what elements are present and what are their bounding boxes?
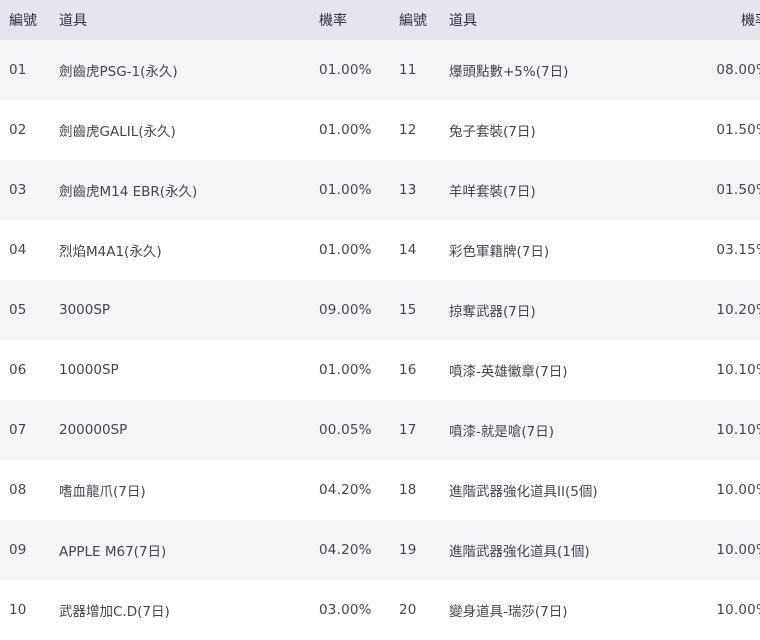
header-rate-left: 機率 bbox=[319, 0, 399, 40]
table-row: 03 劍齒虎M14 EBR(永久) 01.00% 13 羊咩套裝(7日) 01.… bbox=[0, 160, 760, 220]
header-number-left: 編號 bbox=[0, 0, 59, 40]
item-rate: 03.00% bbox=[319, 580, 399, 640]
item-number: 01 bbox=[0, 40, 59, 100]
item-number: 18 bbox=[399, 460, 449, 520]
item-name: 10000SP bbox=[59, 340, 319, 400]
item-name: 彩色軍籍牌(7日) bbox=[449, 220, 709, 280]
table-row: 02 劍齒虎GALIL(永久) 01.00% 12 兔子套裝(7日) 01.50… bbox=[0, 100, 760, 160]
item-rate: 04.20% bbox=[319, 460, 399, 520]
header-item-left: 道具 bbox=[59, 0, 319, 40]
item-name: 變身道具-瑞莎(7日) bbox=[449, 580, 709, 640]
item-number: 10 bbox=[0, 580, 59, 640]
item-rate: 00.05% bbox=[319, 400, 399, 460]
item-number: 14 bbox=[399, 220, 449, 280]
item-name: 兔子套裝(7日) bbox=[449, 100, 709, 160]
item-number: 02 bbox=[0, 100, 59, 160]
item-number: 11 bbox=[399, 40, 449, 100]
item-name: 進階武器強化道具II(5個) bbox=[449, 460, 709, 520]
item-rate: 10.20% bbox=[709, 280, 760, 340]
item-name: 噴漆-英雄徽章(7日) bbox=[449, 340, 709, 400]
item-number: 09 bbox=[0, 520, 59, 580]
item-number: 03 bbox=[0, 160, 59, 220]
item-name: 3000SP bbox=[59, 280, 319, 340]
item-name: 200000SP bbox=[59, 400, 319, 460]
table-row: 05 3000SP 09.00% 15 掠奪武器(7日) 10.20% bbox=[0, 280, 760, 340]
item-name: 噴漆-就是嗆(7日) bbox=[449, 400, 709, 460]
item-name: 劍齒虎GALIL(永久) bbox=[59, 100, 319, 160]
item-number: 20 bbox=[399, 580, 449, 640]
item-number: 19 bbox=[399, 520, 449, 580]
item-number: 07 bbox=[0, 400, 59, 460]
item-name: 羊咩套裝(7日) bbox=[449, 160, 709, 220]
table-header: 編號 道具 機率 編號 道具 機率 bbox=[0, 0, 760, 40]
item-name: APPLE M67(7日) bbox=[59, 520, 319, 580]
item-rate: 01.00% bbox=[319, 40, 399, 100]
item-rate: 01.00% bbox=[319, 340, 399, 400]
item-number: 04 bbox=[0, 220, 59, 280]
item-name: 武器增加C.D(7日) bbox=[59, 580, 319, 640]
item-rate: 01.00% bbox=[319, 220, 399, 280]
item-name: 劍齒虎M14 EBR(永久) bbox=[59, 160, 319, 220]
item-rate: 10.10% bbox=[709, 340, 760, 400]
table-row: 06 10000SP 01.00% 16 噴漆-英雄徽章(7日) 10.10% bbox=[0, 340, 760, 400]
item-name: 掠奪武器(7日) bbox=[449, 280, 709, 340]
header-item-right: 道具 bbox=[449, 0, 709, 40]
item-number: 06 bbox=[0, 340, 59, 400]
item-number: 12 bbox=[399, 100, 449, 160]
item-number: 17 bbox=[399, 400, 449, 460]
probability-table: 編號 道具 機率 編號 道具 機率 01 劍齒虎PSG-1(永久) 01.00%… bbox=[0, 0, 760, 640]
header-row: 編號 道具 機率 編號 道具 機率 bbox=[0, 0, 760, 40]
item-rate: 10.00% bbox=[709, 580, 760, 640]
table-row: 08 嗜血龍爪(7日) 04.20% 18 進階武器強化道具II(5個) 10.… bbox=[0, 460, 760, 520]
item-rate: 10.10% bbox=[709, 400, 760, 460]
item-number: 05 bbox=[0, 280, 59, 340]
item-rate: 10.00% bbox=[709, 520, 760, 580]
item-name: 嗜血龍爪(7日) bbox=[59, 460, 319, 520]
item-name: 進階武器強化道具(1個) bbox=[449, 520, 709, 580]
item-number: 15 bbox=[399, 280, 449, 340]
table-row: 10 武器增加C.D(7日) 03.00% 20 變身道具-瑞莎(7日) 10.… bbox=[0, 580, 760, 640]
table-row: 01 劍齒虎PSG-1(永久) 01.00% 11 爆頭點數+5%(7日) 08… bbox=[0, 40, 760, 100]
item-number: 13 bbox=[399, 160, 449, 220]
item-rate: 08.00% bbox=[709, 40, 760, 100]
item-rate: 04.20% bbox=[319, 520, 399, 580]
item-number: 16 bbox=[399, 340, 449, 400]
table-body: 01 劍齒虎PSG-1(永久) 01.00% 11 爆頭點數+5%(7日) 08… bbox=[0, 40, 760, 640]
item-rate: 09.00% bbox=[319, 280, 399, 340]
table-row: 09 APPLE M67(7日) 04.20% 19 進階武器強化道具(1個) … bbox=[0, 520, 760, 580]
table-row: 07 200000SP 00.05% 17 噴漆-就是嗆(7日) 10.10% bbox=[0, 400, 760, 460]
item-rate: 01.50% bbox=[709, 100, 760, 160]
item-rate: 03.15% bbox=[709, 220, 760, 280]
header-number-right: 編號 bbox=[399, 0, 449, 40]
item-name: 劍齒虎PSG-1(永久) bbox=[59, 40, 319, 100]
item-rate: 01.00% bbox=[319, 160, 399, 220]
item-rate: 01.00% bbox=[319, 100, 399, 160]
item-name: 爆頭點數+5%(7日) bbox=[449, 40, 709, 100]
item-number: 08 bbox=[0, 460, 59, 520]
table-row: 04 烈焰M4A1(永久) 01.00% 14 彩色軍籍牌(7日) 03.15% bbox=[0, 220, 760, 280]
item-rate: 01.50% bbox=[709, 160, 760, 220]
item-name: 烈焰M4A1(永久) bbox=[59, 220, 319, 280]
item-rate: 10.00% bbox=[709, 460, 760, 520]
header-rate-right: 機率 bbox=[709, 0, 760, 40]
